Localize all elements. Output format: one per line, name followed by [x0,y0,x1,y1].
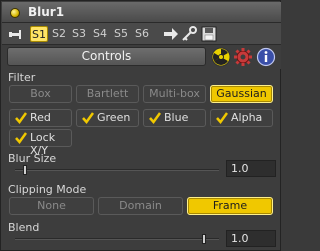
red-label: Red [30,111,51,124]
checkmark-icon [15,112,27,124]
gear-icon[interactable] [233,47,253,67]
version-slot-s5[interactable]: S5 [112,26,130,42]
version-slot-s4[interactable]: S4 [91,26,109,42]
filter-multibox-button[interactable]: Multi-box [143,85,206,103]
alpha-label: Alpha [231,111,263,124]
clipping-frame-button[interactable]: Frame [187,197,273,215]
key-icon[interactable] [181,26,197,42]
blur-size-slider-track[interactable] [15,169,219,171]
clipping-none-button[interactable]: None [9,197,94,215]
blend-slider-thumb[interactable] [202,234,206,244]
blue-checkbox[interactable]: Blue [143,109,206,127]
info-icon[interactable] [256,47,276,67]
filter-box-button[interactable]: Box [9,85,72,103]
blur-size-slider-thumb[interactable] [23,165,27,175]
blend-label: Blend [8,221,40,234]
blur-size-input[interactable]: 1.0 [226,160,276,177]
blend-slider-track[interactable] [15,238,219,240]
alpha-checkbox[interactable]: Alpha [210,109,273,127]
tab-row: Controls [2,45,281,69]
filter-gaussian-button[interactable]: Gaussian [210,85,273,103]
save-icon[interactable] [201,26,217,42]
version-slot-s3[interactable]: S3 [70,26,88,42]
red-checkbox[interactable]: Red [9,109,72,127]
checkmark-icon [15,132,27,144]
clipping-mode-label: Clipping Mode [8,183,87,196]
clipping-domain-button[interactable]: Domain [98,197,183,215]
blend-input[interactable]: 1.0 [226,230,276,247]
version-slot-s6[interactable]: S6 [133,26,151,42]
filter-bartlett-button[interactable]: Bartlett [76,85,139,103]
version-toolbar: S1 S2 S3 S4 S5 S6 [2,23,281,45]
tab-controls[interactable]: Controls [7,47,206,66]
tool-active-indicator-icon[interactable] [10,8,20,18]
checkmark-icon [82,112,94,124]
pin-icon[interactable] [8,27,22,41]
arrow-right-icon[interactable] [163,26,179,42]
blur-size-label: Blur Size [8,152,57,165]
green-checkbox[interactable]: Green [76,109,139,127]
lock-xy-checkbox[interactable]: Lock X/Y [9,129,72,157]
green-label: Green [97,111,131,124]
radiation-icon[interactable] [211,47,231,67]
checkmark-icon [149,112,161,124]
checkmark-icon [216,112,228,124]
version-slot-s2[interactable]: S2 [50,26,68,42]
tool-title: Blur1 [28,5,65,19]
blue-label: Blue [164,111,189,124]
filter-label: Filter [8,71,36,84]
tool-title-bar[interactable]: Blur1 [2,2,281,23]
version-slot-s1[interactable]: S1 [30,26,48,42]
tool-panel: Blur1 S1 S2 S3 S4 S5 S6 Controls Filter … [0,0,281,251]
